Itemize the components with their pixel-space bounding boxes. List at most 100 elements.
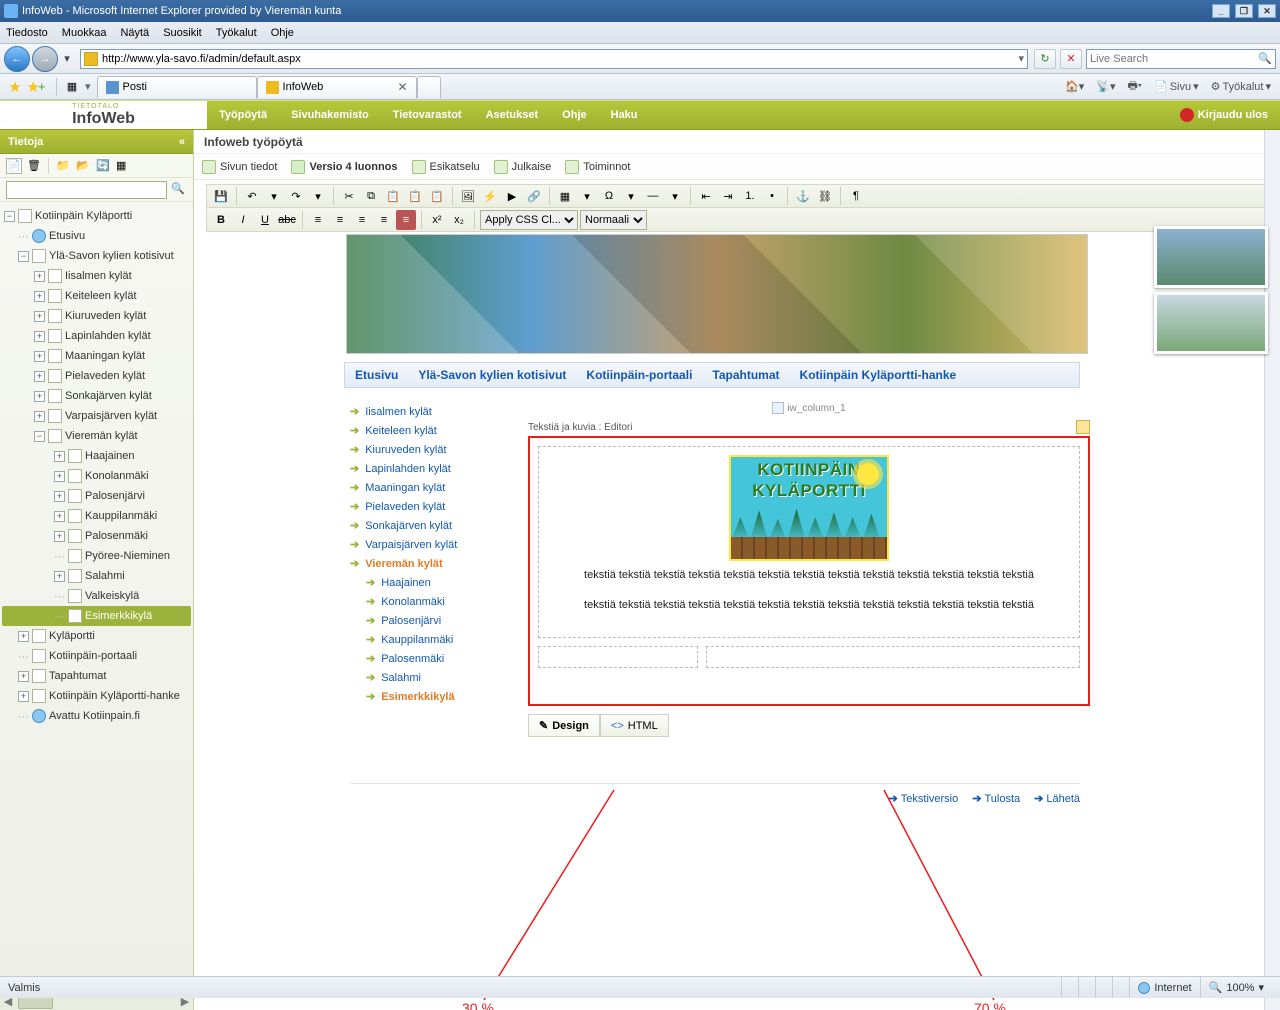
village-link-active[interactable]: ➔Vieremän kylät (350, 554, 520, 573)
address-bar[interactable]: ▾ (80, 49, 1028, 69)
paste-plain-icon[interactable]: 📋 (427, 186, 447, 206)
menu-suosikit[interactable]: Suosikit (163, 27, 202, 39)
outdent-icon[interactable]: ⇤ (696, 186, 716, 206)
hr-dd[interactable]: ▾ (665, 186, 685, 206)
ol-icon[interactable]: 1. (740, 186, 760, 206)
print-button[interactable]: 🖶▾ (1125, 77, 1145, 96)
page-menu[interactable]: 📄Sivu▾ (1151, 80, 1202, 93)
village-sublink[interactable]: ➔Konolanmäki (350, 592, 520, 611)
tree-item[interactable]: +Varpaisjärven kylät (2, 406, 191, 426)
remove-align-icon[interactable]: ≡ (396, 210, 416, 230)
action-julkaise[interactable]: Julkaise (494, 160, 552, 174)
tree-item[interactable]: +Keiteleen kylät (2, 286, 191, 306)
url-input[interactable] (102, 53, 1018, 65)
tree-root[interactable]: −Kotiinpäin Kyläportti (2, 206, 191, 226)
home-button[interactable]: 🏠▾ (1062, 80, 1087, 93)
sitenav-etusivu[interactable]: Etusivu (355, 368, 398, 382)
tree-item[interactable]: +Konolanmäki (2, 466, 191, 486)
tree-item[interactable]: ⋯Esimerkkikylä (2, 606, 191, 626)
sup-icon[interactable]: x² (427, 210, 447, 230)
link-laheta[interactable]: ➔Lähetä (1034, 792, 1080, 805)
config-icon[interactable]: ▦ (115, 158, 131, 174)
redo-icon[interactable]: ↷ (286, 186, 306, 206)
column-header[interactable]: iw_column_1 (528, 402, 1090, 418)
tree-vierema[interactable]: −Vieremän kylät (2, 426, 191, 446)
copy-icon[interactable]: ⧉ (361, 186, 381, 206)
status-zone[interactable]: Internet (1129, 977, 1199, 998)
undo-dd[interactable]: ▾ (264, 186, 284, 206)
add-favorite-icon[interactable]: ★+ (28, 78, 46, 96)
search-input[interactable] (1090, 53, 1258, 65)
village-link[interactable]: ➔Iisalmen kylät (350, 402, 520, 421)
table-dd[interactable]: ▾ (577, 186, 597, 206)
tree-item[interactable]: +Palosenjärvi (2, 486, 191, 506)
village-link[interactable]: ➔Keiteleen kylät (350, 421, 520, 440)
action-toiminnot[interactable]: Toiminnot (565, 160, 630, 174)
tree-item[interactable]: +Sonkajärven kylät (2, 386, 191, 406)
village-link[interactable]: ➔Kiuruveden kylät (350, 440, 520, 459)
menu-nayta[interactable]: Näytä (120, 27, 149, 39)
iwmenu-asetukset[interactable]: Asetukset (486, 106, 539, 124)
symbol-dd[interactable]: ▾ (621, 186, 641, 206)
quick-tabs-icon[interactable]: ▦ (63, 78, 81, 96)
link-icon[interactable]: 🔗 (524, 186, 544, 206)
village-link[interactable]: ➔Sonkajärven kylät (350, 516, 520, 535)
restore-button[interactable]: ❐ (1235, 4, 1253, 18)
table-icon[interactable]: ▦ (555, 186, 575, 206)
anchor-icon[interactable]: ⚓ (793, 186, 813, 206)
align-center-icon[interactable]: ≡ (330, 210, 350, 230)
stop-button[interactable]: ✕ (1060, 49, 1082, 69)
tools-menu[interactable]: ⚙Työkalut▾ (1208, 80, 1274, 93)
indent-icon[interactable]: ⇥ (718, 186, 738, 206)
tree-item[interactable]: +Tapahtumat (2, 666, 191, 686)
tab-close-icon[interactable]: ✕ (397, 80, 407, 94)
feeds-button[interactable]: 📡▾ (1093, 80, 1118, 93)
village-sublink[interactable]: ➔Salahmi (350, 668, 520, 687)
tree-item[interactable]: +Lapinlahden kylät (2, 326, 191, 346)
menu-ohje[interactable]: Ohje (271, 27, 294, 39)
strike-icon[interactable]: abc (277, 210, 297, 230)
new-tab-button[interactable] (417, 76, 441, 98)
cell-30[interactable] (538, 646, 698, 668)
menu-tiedosto[interactable]: Tiedosto (6, 27, 48, 39)
undo-icon[interactable]: ↶ (242, 186, 262, 206)
content-block[interactable]: KOTIINPÄIN KYLÄPORTTI tekstiä tekstiä te… (538, 446, 1080, 638)
italic-icon[interactable]: I (233, 210, 253, 230)
menu-muokkaa[interactable]: Muokkaa (62, 27, 107, 39)
cut-icon[interactable]: ✂ (339, 186, 359, 206)
link-tulosta[interactable]: ➔Tulosta (972, 792, 1020, 805)
tree-item[interactable]: +Kiuruveden kylät (2, 306, 191, 326)
search-box[interactable]: 🔍 (1086, 49, 1276, 69)
css-class-select[interactable]: Apply CSS Cl... (480, 210, 578, 230)
folder-icon[interactable]: 📁 (55, 158, 71, 174)
tree-item[interactable]: +Kotiinpäin Kyläportti-hanke (2, 686, 191, 706)
paragraph-style-select[interactable]: Normaali (580, 210, 647, 230)
media-icon[interactable]: ▶ (502, 186, 522, 206)
folder-open-icon[interactable]: 📂 (75, 158, 91, 174)
html-tab[interactable]: <> HTML (600, 714, 669, 737)
refresh-button[interactable]: ↻ (1034, 49, 1056, 69)
search-icon[interactable]: 🔍 (1258, 52, 1272, 65)
tree-item[interactable]: +Kyläportti (2, 626, 191, 646)
new-page-icon[interactable]: 📄 (6, 158, 22, 174)
village-sublink[interactable]: ➔Kauppilanmäki (350, 630, 520, 649)
refresh-tree-icon[interactable]: 🔄 (95, 158, 111, 174)
tree-item[interactable]: +Pielaveden kylät (2, 366, 191, 386)
bold-icon[interactable]: B (211, 210, 231, 230)
iwmenu-ohje[interactable]: Ohje (562, 106, 586, 124)
tree-item[interactable]: +Salahmi (2, 566, 191, 586)
favorites-star-icon[interactable]: ★ (6, 78, 24, 96)
align-left-icon[interactable]: ≡ (308, 210, 328, 230)
tree-item[interactable]: +Kauppilanmäki (2, 506, 191, 526)
flash-icon[interactable]: ⚡ (480, 186, 500, 206)
align-right-icon[interactable]: ≡ (352, 210, 372, 230)
tree-item[interactable]: ⋯Kotiinpäin-portaali (2, 646, 191, 666)
tree-etusivu[interactable]: ⋯Etusivu (2, 226, 191, 246)
design-tab[interactable]: ✎ Design (528, 714, 600, 737)
cell-70[interactable] (706, 646, 1080, 668)
iwmenu-haku[interactable]: Haku (611, 106, 638, 124)
sub-icon[interactable]: x₂ (449, 210, 469, 230)
tree-item[interactable]: +Palosenmäki (2, 526, 191, 546)
tab-posti[interactable]: Posti (97, 76, 257, 98)
close-button[interactable]: ✕ (1258, 4, 1276, 18)
